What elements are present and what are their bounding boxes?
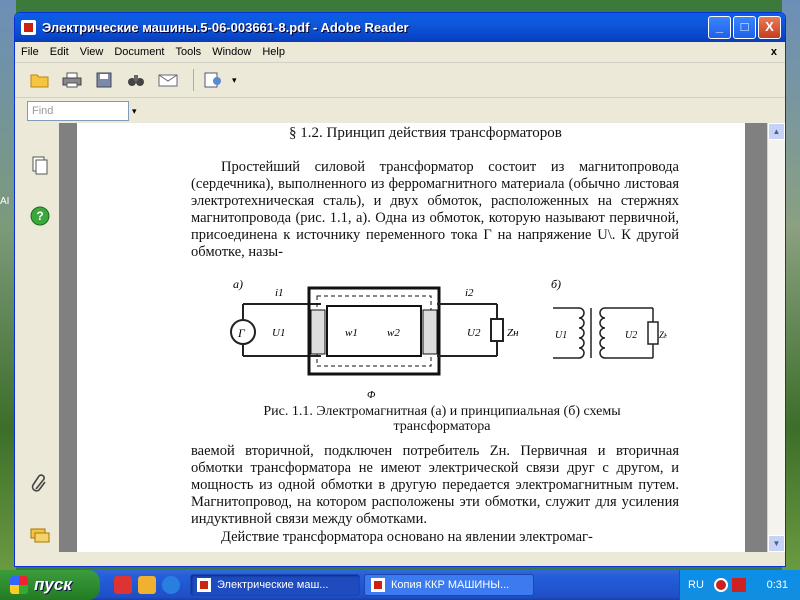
print-button[interactable] (59, 68, 85, 92)
title-bar[interactable]: Электрические машины.5-06-003661-8.pdf -… (15, 13, 785, 42)
review-dropdown-icon[interactable]: ▾ (232, 75, 237, 86)
adobe-reader-icon (197, 578, 211, 592)
primary-coil-symbol (578, 307, 585, 359)
minimize-button[interactable]: _ (708, 16, 731, 39)
quick-launch-app-icon[interactable] (114, 576, 132, 594)
antivirus-tray-icon[interactable] (713, 578, 728, 592)
voltage-u1-label: U1 (272, 327, 285, 339)
svg-text:?: ? (36, 209, 43, 223)
email-button[interactable] (155, 68, 181, 92)
taskbar-item-label: Копия ККР МАШИНЫ... (391, 579, 510, 591)
taskbar: пуск Электрические маш... Копия ККР МАШИ… (0, 570, 800, 600)
load-zn-resistor-b (647, 321, 659, 345)
voltage-u1-label-b: U1 (555, 330, 567, 341)
magnetic-core-inner (326, 305, 422, 357)
help-icon[interactable]: ? (29, 205, 51, 227)
voltage-u2-label: U2 (467, 327, 481, 339)
paragraph-1: Простейший силовой трансформатор состоит… (191, 159, 679, 261)
current-i2-label: i2 (465, 287, 474, 299)
taskbar-item-label: Электрические маш... (217, 579, 329, 591)
secondary-coil-symbol (599, 307, 606, 359)
save-button[interactable] (91, 68, 117, 92)
navigation-sidebar: ? (15, 123, 59, 553)
figure-b-label: б) (551, 277, 561, 291)
clock[interactable]: 0:31 (767, 579, 788, 591)
start-label: пуск (34, 575, 72, 594)
figure-a-label: а) (233, 277, 243, 291)
paragraph-1-text: Простейший силовой трансформатор состоит… (191, 159, 679, 260)
vertical-scrollbar[interactable]: ▲ ▼ (767, 123, 785, 552)
scroll-down-button[interactable]: ▼ (768, 535, 785, 552)
magnetic-core-outer (307, 286, 441, 376)
quick-launch (114, 576, 186, 594)
pages-icon[interactable] (29, 155, 51, 177)
comments-icon[interactable] (29, 525, 51, 547)
adobe-reader-icon (21, 20, 36, 35)
current-i1-label: i1 (275, 287, 284, 299)
voltage-u2-label-b: U2 (625, 330, 637, 341)
taskbar-item-adobe-reader[interactable]: Электрические маш... (190, 574, 360, 596)
toolbar: ▾ (15, 63, 785, 98)
paragraph-2-text: ваемой вторичной, подключен потребитель … (191, 443, 679, 527)
w2-label: w2 (387, 327, 400, 339)
menu-bar: File Edit View Document Tools Window Hel… (15, 42, 785, 63)
paragraph-3-text: Действие трансформатора основано на явле… (221, 529, 593, 545)
desktop-fragment-label: AI (0, 196, 10, 207)
start-button[interactable]: пуск (0, 570, 100, 600)
tray-app-icon[interactable] (731, 578, 746, 592)
menu-tools[interactable]: Tools (176, 46, 202, 58)
close-button[interactable]: X (758, 16, 781, 39)
scroll-up-button[interactable]: ▲ (768, 123, 785, 140)
section-heading: § 1.2. Принцип действия трансформаторов (289, 125, 562, 141)
load-zn-label: Zн (507, 327, 519, 339)
windows-flag-icon (10, 576, 28, 594)
flux-phi-label: Φ (367, 389, 376, 401)
adobe-reader-window: Электрические машины.5-06-003661-8.pdf -… (14, 12, 786, 567)
review-comment-button[interactable] (200, 68, 226, 92)
generator-label: Г (237, 326, 246, 340)
open-folder-icon (30, 74, 49, 88)
primary-winding (310, 309, 326, 355)
find-input[interactable]: Find (27, 101, 129, 121)
caption-line-2: трансформатора (393, 419, 491, 434)
paragraph-2: ваемой вторичной, подключен потребитель … (191, 443, 679, 528)
menu-file[interactable]: File (21, 46, 39, 58)
system-tray: RU 0:31 (679, 570, 800, 600)
document-viewport[interactable]: § 1.2. Принцип действия трансформаторов … (59, 123, 767, 552)
menu-edit[interactable]: Edit (50, 46, 69, 58)
close-document-button[interactable]: x (771, 46, 777, 58)
caption-line-1: Рис. 1.1. Электромагнитная (а) и принцип… (263, 404, 621, 419)
maximize-button[interactable]: □ (733, 16, 756, 39)
adobe-reader-icon (371, 578, 385, 592)
figure-caption: Рис. 1.1. Электромагнитная (а) и принцип… (227, 404, 657, 434)
find-dropdown-icon[interactable]: ▾ (132, 106, 137, 117)
print-icon (62, 72, 82, 88)
w1-label: w1 (345, 327, 358, 339)
menu-document[interactable]: Document (114, 46, 164, 58)
menu-help[interactable]: Help (262, 46, 285, 58)
language-indicator[interactable]: RU (688, 579, 704, 591)
menu-view[interactable]: View (80, 46, 104, 58)
load-zn-resistor (490, 318, 504, 342)
review-comment-icon (204, 72, 221, 88)
attachments-paperclip-icon[interactable] (29, 473, 51, 495)
window-title: Электрические машины.5-06-003661-8.pdf -… (42, 20, 409, 35)
quick-launch-clock-icon[interactable] (138, 576, 156, 594)
pdf-page: § 1.2. Принцип действия трансформаторов … (77, 123, 745, 552)
menu-window[interactable]: Window (212, 46, 251, 58)
secondary-winding (422, 309, 438, 355)
figure-1-1: а) Г i1 U1 w1 w2 Φ i2 U2 Zн б) U1 U2 Z (230, 277, 667, 401)
open-button[interactable] (27, 68, 53, 92)
taskbar-item-second-document[interactable]: Копия ККР МАШИНЫ... (364, 574, 534, 596)
find-binoculars-icon (128, 75, 144, 86)
internet-explorer-icon[interactable] (162, 576, 180, 594)
load-zn-label-b: Zн (659, 330, 667, 340)
save-icon (96, 72, 112, 88)
toolbar-separator (193, 69, 194, 91)
find-button[interactable] (123, 68, 149, 92)
email-icon (158, 74, 178, 87)
status-bar (15, 552, 785, 566)
find-bar: Find ▾ (15, 98, 785, 125)
paragraph-3: Действие трансформатора основано на явле… (191, 529, 679, 546)
